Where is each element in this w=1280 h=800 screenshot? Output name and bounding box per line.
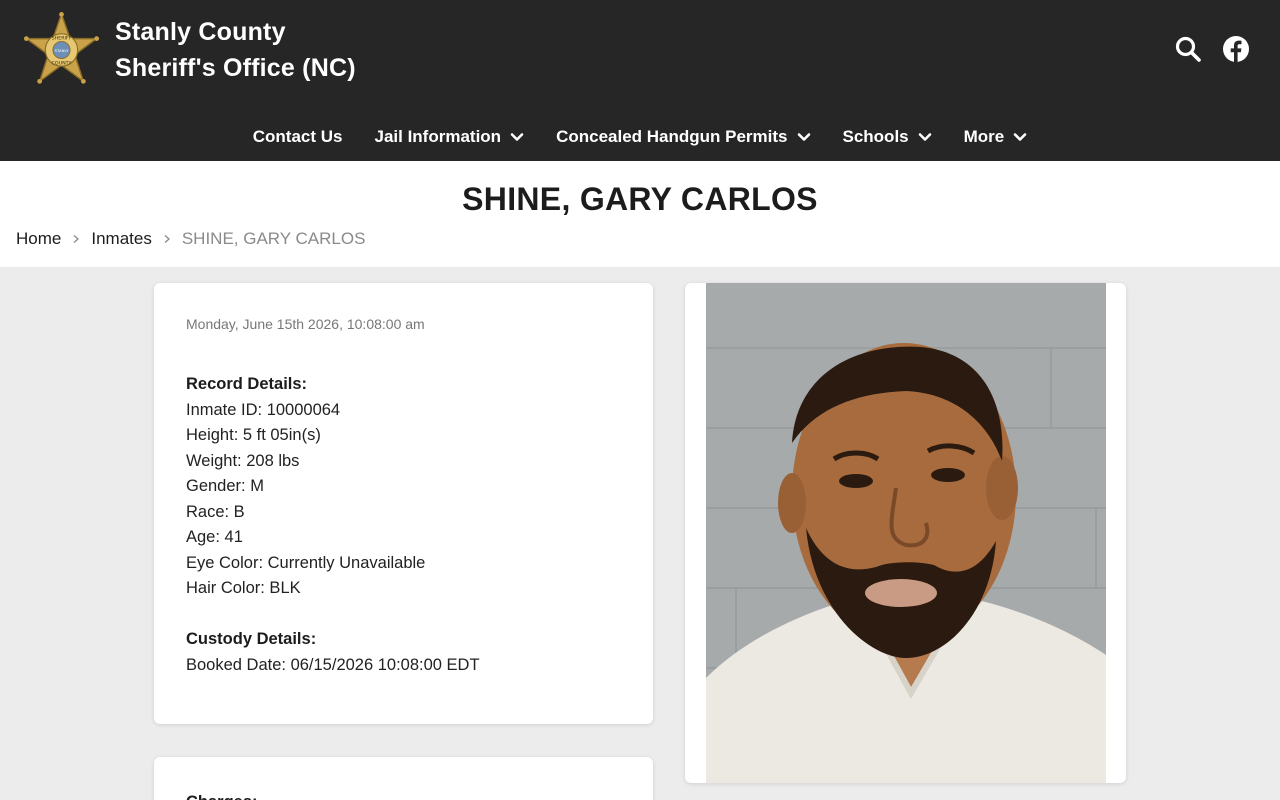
breadcrumb-current: SHINE, GARY CARLOS bbox=[181, 229, 366, 248]
breadcrumb: Home Inmates SHINE, GARY CARLOS bbox=[16, 229, 365, 249]
chevron-right-icon bbox=[164, 235, 170, 243]
charges-card: Charges: bbox=[154, 757, 653, 800]
record-details-card: Monday, June 15th 2026, 10:08:00 am Reco… bbox=[154, 283, 653, 724]
nav-label: Contact Us bbox=[252, 127, 343, 146]
facebook-icon[interactable] bbox=[1222, 35, 1250, 63]
chevron-down-icon bbox=[797, 133, 810, 141]
record-details-label: Record Details: bbox=[186, 375, 308, 393]
breadcrumb-inmates[interactable]: Inmates bbox=[91, 229, 151, 249]
nav-contact-us[interactable]: Contact Us bbox=[253, 127, 343, 147]
badge-text-middle: STANLY bbox=[55, 48, 69, 53]
inmate-id: Inmate ID: 10000064 bbox=[186, 400, 341, 419]
custody-details-label: Custody Details: bbox=[186, 630, 317, 648]
inmate-height: Height: 5 ft 05in(s) bbox=[186, 426, 321, 444]
nav-jail-information[interactable]: Jail Information bbox=[374, 127, 524, 147]
chevron-down-icon bbox=[1013, 133, 1027, 141]
booked-date: Booked Date: 06/15/2026 10:08:00 EDT bbox=[186, 655, 480, 674]
site-title[interactable]: Stanly County Sheriff's Office (NC) bbox=[115, 14, 356, 86]
inmate-race: Race: B bbox=[186, 502, 245, 521]
inmate-gender: Gender: M bbox=[186, 477, 264, 495]
page-title-bar: SHINE, GARY CARLOS Home Inmates SHINE, G… bbox=[0, 161, 1280, 267]
site-header: SHERIFF STANLY COUNTY Stanly County Sher… bbox=[0, 0, 1280, 161]
nav-label: More bbox=[963, 127, 1005, 146]
chevron-down-icon bbox=[918, 133, 931, 141]
inmate-age: Age: 41 bbox=[186, 528, 243, 546]
inmate-eye-color: Eye Color: Currently Unavailable bbox=[186, 553, 426, 572]
main-nav: Contact Us Jail Information Concealed Ha… bbox=[0, 120, 1280, 154]
chevron-down-icon bbox=[510, 133, 524, 141]
sheriff-badge-logo[interactable]: SHERIFF STANLY COUNTY bbox=[23, 12, 100, 88]
record-timestamp: Monday, June 15th 2026, 10:08:00 am bbox=[186, 316, 425, 332]
mugshot-photo[interactable] bbox=[706, 283, 1106, 783]
inmate-weight: Weight: 208 lbs bbox=[186, 451, 300, 470]
nav-label: Schools bbox=[842, 127, 909, 146]
badge-text-bottom: COUNTY bbox=[52, 60, 72, 66]
page-title: SHINE, GARY CARLOS bbox=[462, 181, 818, 217]
nav-concealed-handgun-permits[interactable]: Concealed Handgun Permits bbox=[556, 127, 810, 147]
site-title-line1: Stanly County bbox=[115, 18, 286, 46]
breadcrumb-home[interactable]: Home bbox=[16, 229, 61, 249]
chevron-right-icon bbox=[73, 235, 80, 243]
mugshot-card bbox=[685, 283, 1126, 783]
nav-schools[interactable]: Schools bbox=[843, 127, 932, 147]
nav-label: Concealed Handgun Permits bbox=[556, 127, 788, 146]
inmate-hair-color: Hair Color: BLK bbox=[186, 579, 301, 597]
search-icon[interactable] bbox=[1174, 35, 1202, 63]
nav-label: Jail Information bbox=[374, 127, 502, 146]
site-title-line2: Sheriff's Office (NC) bbox=[115, 54, 356, 82]
charges-label: Charges: bbox=[186, 790, 621, 800]
nav-more[interactable]: More bbox=[964, 127, 1028, 147]
badge-text-top: SHERIFF bbox=[52, 36, 72, 42]
